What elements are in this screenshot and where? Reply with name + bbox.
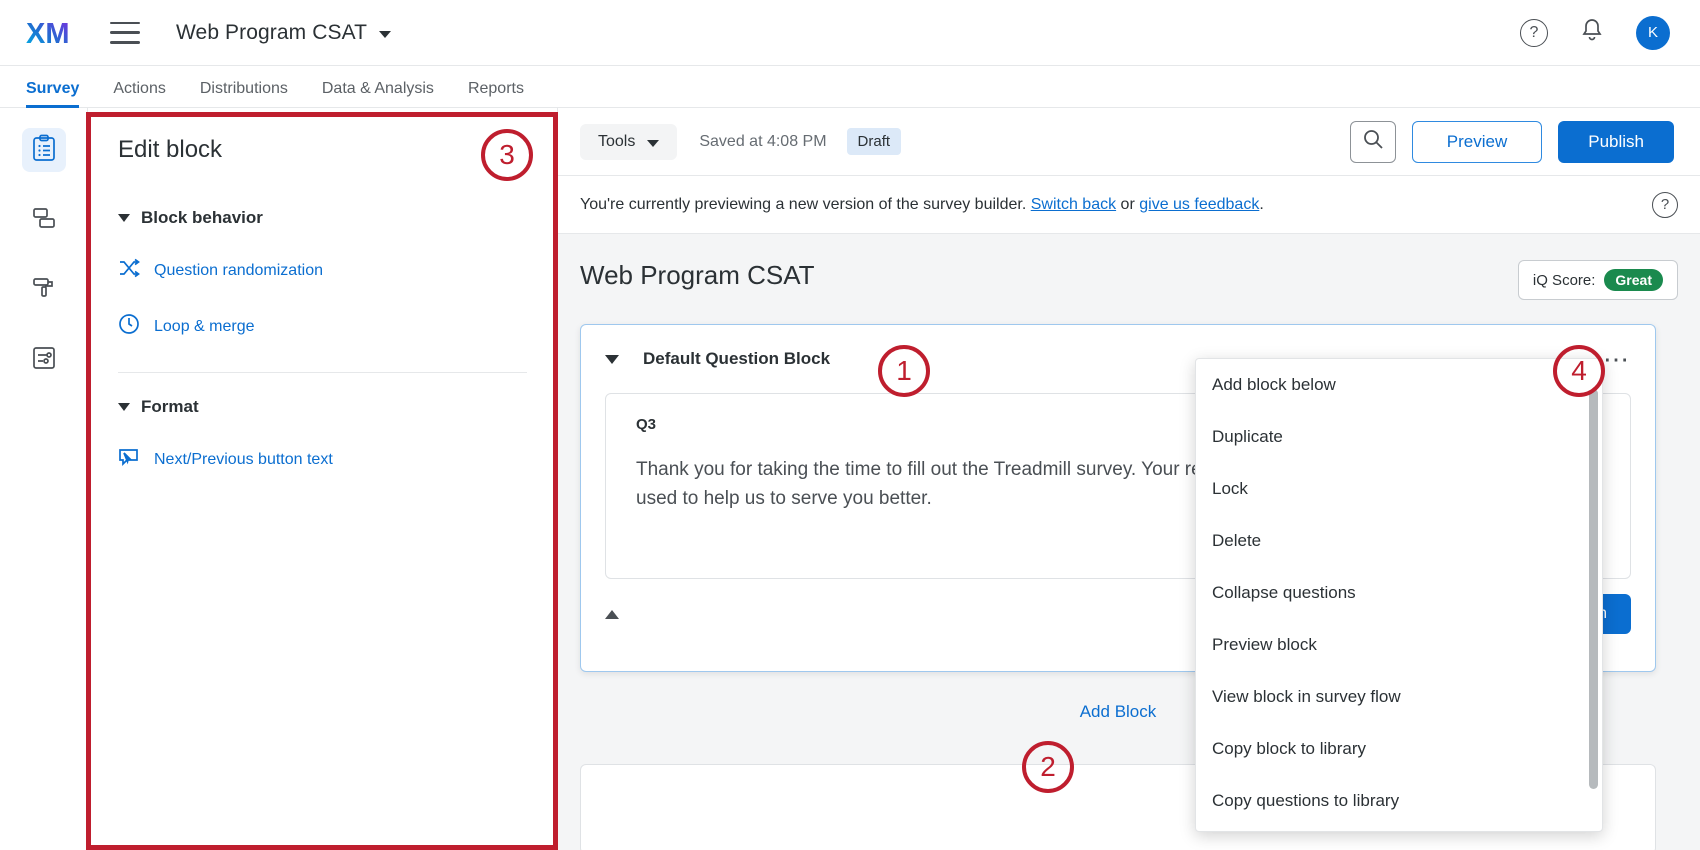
rail-item-survey-builder[interactable] <box>22 128 66 172</box>
menu-item-view-block-in-survey-flow[interactable]: View block in survey flow <box>1196 671 1602 723</box>
hamburger-menu-icon[interactable] <box>110 22 140 44</box>
section-format[interactable]: Format <box>118 397 527 417</box>
tab-distributions[interactable]: Distributions <box>200 80 288 107</box>
annotation-marker-1: 1 <box>878 345 930 397</box>
link-next-previous-button-text-label: Next/Previous button text <box>154 451 333 469</box>
main-nav-tabs: Survey Actions Distributions Data & Anal… <box>0 66 1700 108</box>
project-title-dropdown[interactable]: Web Program CSAT <box>176 21 391 45</box>
app-root: XM Web Program CSAT ? K Su <box>0 0 1700 850</box>
annotation-marker-3: 3 <box>481 129 533 181</box>
help-icon[interactable]: ? <box>1520 19 1548 47</box>
page-title: Web Program CSAT <box>580 234 815 291</box>
search-button[interactable] <box>1350 121 1396 163</box>
top-bar-actions: ? K <box>1520 16 1670 50</box>
chevron-down-icon <box>379 31 391 38</box>
give-feedback-link[interactable]: give us feedback <box>1139 196 1259 214</box>
survey-builder-icon <box>31 134 57 167</box>
tab-data-and-analysis[interactable]: Data & Analysis <box>322 80 434 107</box>
loop-merge-icon <box>118 313 140 340</box>
banner-help-icon[interactable]: ? <box>1652 192 1678 218</box>
annotation-marker-4-number: 4 <box>1571 355 1587 387</box>
chevron-down-icon <box>647 140 659 147</box>
saved-status-text: Saved at 4:08 PM <box>699 133 826 151</box>
tools-button-label: Tools <box>598 133 635 151</box>
banner-period: . <box>1259 196 1263 214</box>
tab-actions[interactable]: Actions <box>113 80 165 107</box>
preview-button[interactable]: Preview <box>1412 121 1542 163</box>
help-icon-glyph: ? <box>1530 24 1539 42</box>
button-text-icon <box>118 447 140 473</box>
ellipsis-icon[interactable]: ⋯ <box>1603 354 1631 364</box>
preview-banner: You're currently previewing a new versio… <box>558 176 1700 234</box>
add-block-link[interactable]: Add Block <box>1080 702 1157 722</box>
rail-item-survey-options[interactable] <box>22 338 66 382</box>
edit-block-title: Edit block <box>118 136 527 164</box>
tab-reports[interactable]: Reports <box>468 80 524 107</box>
menu-item-copy-block-to-library[interactable]: Copy block to library <box>1196 723 1602 775</box>
annotation-marker-3-number: 3 <box>499 139 515 171</box>
builder-toolbar: Tools Saved at 4:08 PM Draft Preview Pub… <box>558 108 1700 176</box>
menu-item-delete[interactable]: Delete <box>1196 515 1602 567</box>
project-title-text: Web Program CSAT <box>176 21 367 45</box>
user-avatar[interactable]: K <box>1636 16 1670 50</box>
menu-item-add-block-below[interactable]: Add block below <box>1196 359 1602 411</box>
notification-bell-icon[interactable] <box>1580 17 1604 48</box>
iq-score-badge[interactable]: iQ Score: Great <box>1518 260 1678 300</box>
left-icon-rail <box>0 108 88 850</box>
link-loop-and-merge-label: Loop & merge <box>154 318 255 336</box>
iq-score-value: Great <box>1604 269 1663 291</box>
toolbar-actions: Preview Publish <box>1350 121 1674 163</box>
link-question-randomization[interactable]: Question randomization <box>118 258 527 283</box>
link-next-previous-button-text[interactable]: Next/Previous button text <box>118 447 527 473</box>
search-icon <box>1362 128 1384 155</box>
annotation-marker-2-number: 2 <box>1040 751 1056 783</box>
chevron-down-icon <box>118 214 130 222</box>
annotation-marker-4: 4 <box>1553 345 1605 397</box>
switch-back-link[interactable]: Switch back <box>1031 196 1116 214</box>
shuffle-icon <box>118 258 140 283</box>
publish-button[interactable]: Publish <box>1558 121 1674 163</box>
banner-help-glyph: ? <box>1661 196 1669 213</box>
annotation-marker-1-number: 1 <box>896 355 912 387</box>
annotation-marker-2: 2 <box>1022 741 1074 793</box>
look-and-feel-icon <box>31 275 57 306</box>
rail-item-survey-flow[interactable] <box>22 198 66 242</box>
link-question-randomization-label: Question randomization <box>154 262 323 280</box>
menu-item-collapse-questions[interactable]: Collapse questions <box>1196 567 1602 619</box>
chevron-down-icon <box>118 403 130 411</box>
survey-options-icon <box>31 345 57 376</box>
menu-scrollbar[interactable] <box>1589 389 1598 789</box>
panel-divider <box>118 372 527 373</box>
collapse-block-icon[interactable] <box>605 355 619 364</box>
block-options-menu[interactable]: Add block below Duplicate Lock Delete Co… <box>1195 358 1603 832</box>
xm-logo-icon[interactable]: XM <box>26 16 74 50</box>
avatar-initial: K <box>1648 24 1658 41</box>
menu-item-preview-block[interactable]: Preview block <box>1196 619 1602 671</box>
tools-button[interactable]: Tools <box>580 124 677 160</box>
menu-item-copy-questions-to-library[interactable]: Copy questions to library <box>1196 775 1602 827</box>
banner-between: or <box>1121 196 1135 214</box>
section-format-label: Format <box>141 397 199 417</box>
iq-score-label: iQ Score: <box>1533 272 1596 289</box>
section-block-behavior[interactable]: Block behavior <box>118 208 527 228</box>
banner-text: You're currently previewing a new versio… <box>580 196 1026 214</box>
top-bar: XM Web Program CSAT ? K <box>0 0 1700 66</box>
rail-item-look-and-feel[interactable] <box>22 268 66 312</box>
link-loop-and-merge[interactable]: Loop & merge <box>118 313 527 340</box>
block-name: Default Question Block <box>643 349 830 369</box>
status-badge: Draft <box>847 128 902 155</box>
menu-item-duplicate[interactable]: Duplicate <box>1196 411 1602 463</box>
edit-block-panel: Edit block Block behavior Question rando… <box>88 108 558 850</box>
tab-survey[interactable]: Survey <box>26 80 79 107</box>
expand-up-icon[interactable] <box>605 610 619 619</box>
survey-flow-icon <box>31 206 57 235</box>
section-block-behavior-label: Block behavior <box>141 208 263 228</box>
svg-text:XM: XM <box>26 18 70 50</box>
menu-item-lock[interactable]: Lock <box>1196 463 1602 515</box>
